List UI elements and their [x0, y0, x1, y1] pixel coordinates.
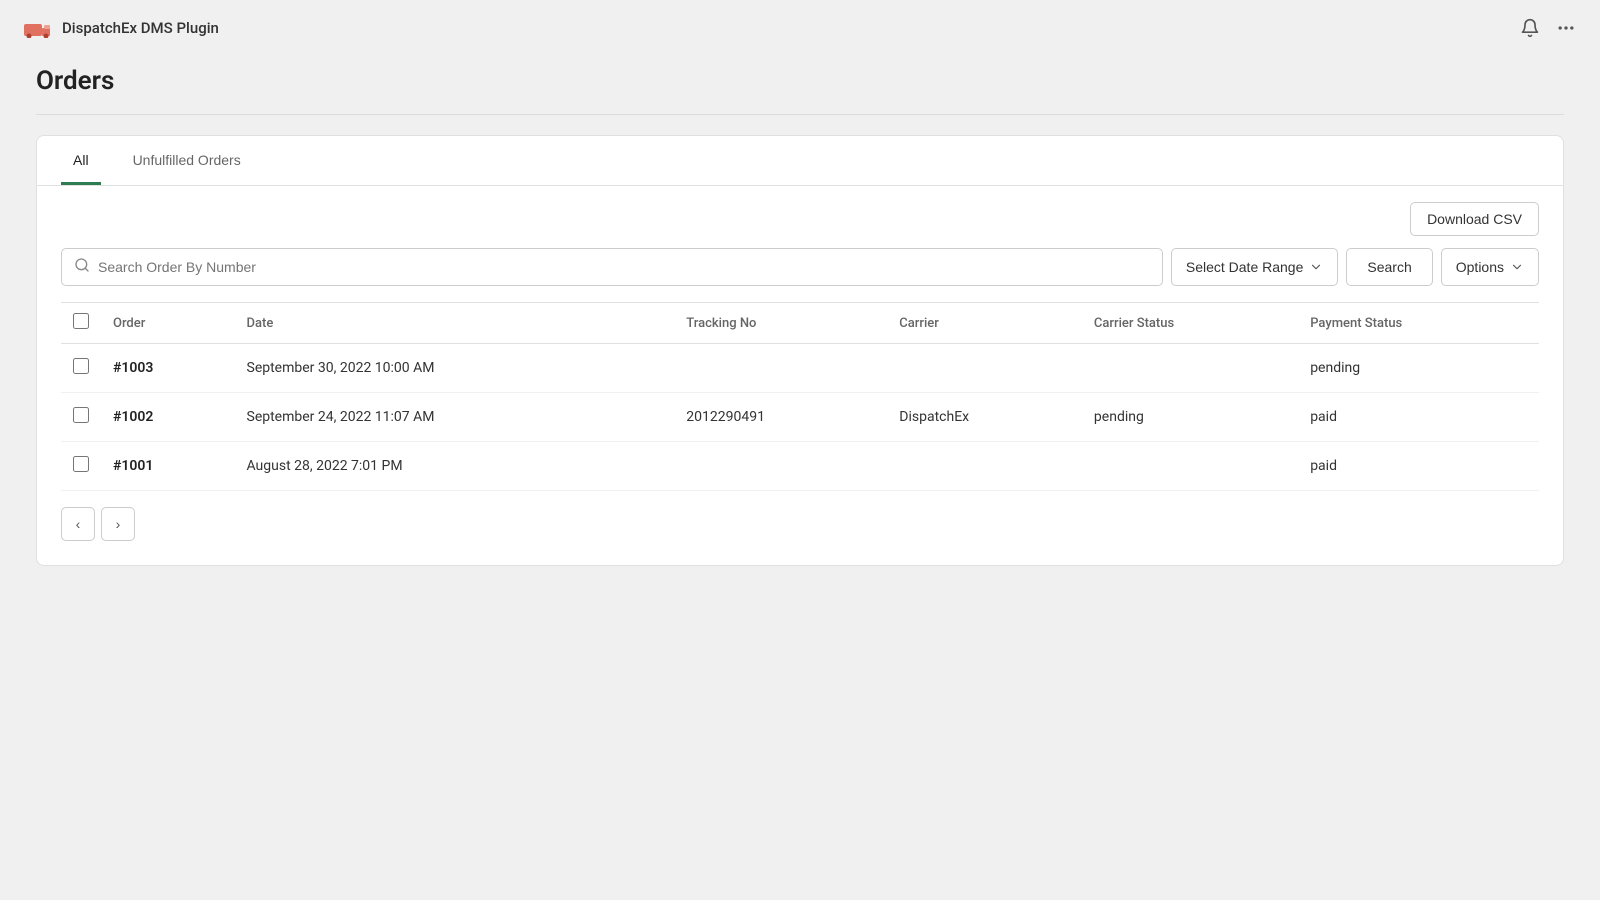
row-checkbox[interactable] — [73, 456, 89, 472]
notifications-button[interactable] — [1520, 18, 1540, 38]
tab-unfulfilled-orders[interactable]: Unfulfilled Orders — [121, 136, 253, 185]
date-range-button[interactable]: Select Date Range — [1171, 248, 1339, 286]
row-date: August 28, 2022 7:01 PM — [235, 442, 675, 491]
header-checkbox-cell — [61, 303, 101, 344]
search-input-wrapper — [61, 248, 1163, 286]
options-chevron-icon — [1510, 260, 1524, 274]
search-area: Select Date Range Search Options — [37, 248, 1563, 302]
app-title: DispatchEx DMS Plugin — [62, 19, 219, 37]
row-carrier-status — [1082, 442, 1298, 491]
select-all-checkbox[interactable] — [73, 313, 89, 329]
row-carrier-status — [1082, 344, 1298, 393]
row-checkbox-cell — [61, 442, 101, 491]
search-button[interactable]: Search — [1346, 248, 1432, 286]
page-title: Orders — [36, 66, 1564, 96]
table-body: #1003 September 30, 2022 10:00 AM pendin… — [61, 344, 1539, 491]
prev-icon: ‹ — [76, 516, 81, 532]
options-label: Options — [1456, 259, 1504, 275]
row-order-number: #1002 — [101, 393, 235, 442]
header-tracking-no: Tracking No — [674, 303, 887, 344]
bell-icon — [1520, 18, 1540, 38]
header-date: Date — [235, 303, 675, 344]
row-payment-status: paid — [1298, 393, 1539, 442]
row-tracking-no — [674, 442, 887, 491]
header-payment-status: Payment Status — [1298, 303, 1539, 344]
next-page-button[interactable]: › — [101, 507, 135, 541]
row-date: September 30, 2022 10:00 AM — [235, 344, 675, 393]
table-header: Order Date Tracking No Carrier Carrier S… — [61, 303, 1539, 344]
row-order-number: #1003 — [101, 344, 235, 393]
top-bar-right — [1520, 18, 1576, 38]
row-tracking-no: 2012290491 — [674, 393, 887, 442]
top-bar-left: DispatchEx DMS Plugin — [24, 18, 219, 38]
title-divider — [36, 114, 1564, 115]
chevron-down-icon — [1309, 260, 1323, 274]
toolbar: Download CSV — [37, 186, 1563, 248]
row-date: September 24, 2022 11:07 AM — [235, 393, 675, 442]
row-checkbox-cell — [61, 393, 101, 442]
table-row: #1001 August 28, 2022 7:01 PM paid — [61, 442, 1539, 491]
header-order: Order — [101, 303, 235, 344]
orders-table: Order Date Tracking No Carrier Carrier S… — [61, 302, 1539, 491]
row-carrier — [887, 344, 1082, 393]
orders-card: All Unfulfilled Orders Download CSV Sele… — [36, 135, 1564, 566]
row-order-number: #1001 — [101, 442, 235, 491]
pagination: ‹ › — [37, 491, 1563, 541]
row-carrier-status: pending — [1082, 393, 1298, 442]
more-options-button[interactable] — [1556, 18, 1576, 38]
header-carrier-status: Carrier Status — [1082, 303, 1298, 344]
row-payment-status: paid — [1298, 442, 1539, 491]
tab-all[interactable]: All — [61, 136, 101, 185]
table-row: #1003 September 30, 2022 10:00 AM pendin… — [61, 344, 1539, 393]
prev-page-button[interactable]: ‹ — [61, 507, 95, 541]
row-checkbox-cell — [61, 344, 101, 393]
ellipsis-icon — [1556, 18, 1576, 38]
date-range-label: Select Date Range — [1186, 259, 1304, 275]
header-carrier: Carrier — [887, 303, 1082, 344]
page-content: Orders All Unfulfilled Orders Download C… — [0, 56, 1600, 602]
tabs-container: All Unfulfilled Orders — [37, 136, 1563, 186]
row-carrier — [887, 442, 1082, 491]
search-order-input[interactable] — [98, 249, 1150, 285]
next-icon: › — [116, 516, 121, 532]
row-tracking-no — [674, 344, 887, 393]
row-checkbox[interactable] — [73, 407, 89, 423]
top-bar: DispatchEx DMS Plugin — [0, 0, 1600, 56]
search-icon — [74, 257, 90, 277]
table-row: #1002 September 24, 2022 11:07 AM 201229… — [61, 393, 1539, 442]
row-carrier: DispatchEx — [887, 393, 1082, 442]
table-wrapper: Order Date Tracking No Carrier Carrier S… — [37, 302, 1563, 491]
options-button[interactable]: Options — [1441, 248, 1539, 286]
row-checkbox[interactable] — [73, 358, 89, 374]
download-csv-button[interactable]: Download CSV — [1410, 202, 1539, 236]
app-logo-icon — [24, 18, 52, 38]
row-payment-status: pending — [1298, 344, 1539, 393]
